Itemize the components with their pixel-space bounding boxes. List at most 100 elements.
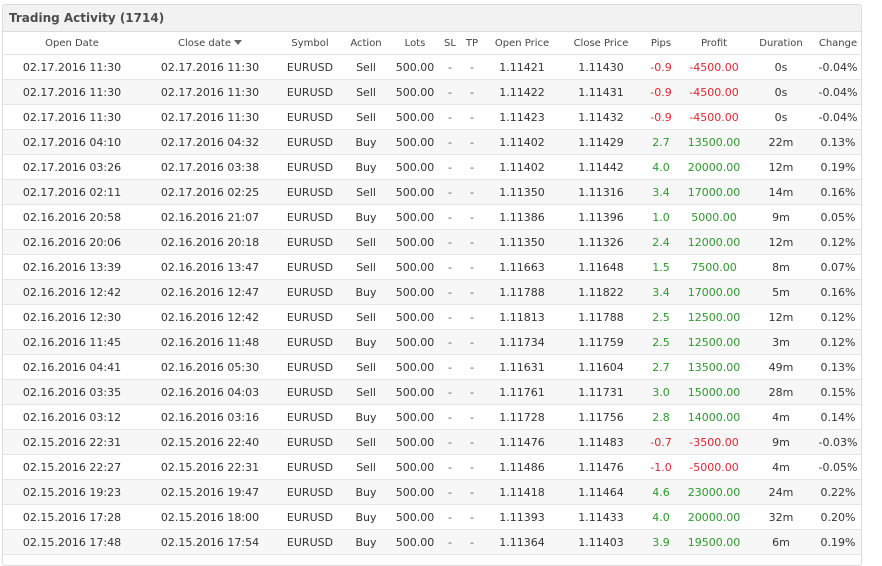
cell-pips: 1.0	[641, 204, 681, 230]
table-header-row: Open Date Close date Symbol Action Lots …	[3, 32, 861, 55]
cell-pips: 3.0	[641, 379, 681, 405]
table-row[interactable]: 02.16.2016 04:41 02.16.2016 05:30 EURUSD Se…	[3, 354, 861, 380]
cell-open-price: 1.11663	[483, 254, 561, 280]
table-row[interactable]: 02.17.2016 04:10 02.17.2016 04:32 EURUSD Bu…	[3, 129, 861, 155]
col-header-label: Profit	[700, 37, 728, 49]
cell-tp: -	[461, 54, 483, 80]
cell-tp: -	[461, 254, 483, 280]
cell-symbol: EURUSD	[279, 404, 341, 430]
cell-tp: -	[461, 104, 483, 130]
table-row[interactable]: 02.16.2016 20:58 02.16.2016 21:07 EURUSD Bu…	[3, 204, 861, 230]
table-row[interactable]: 02.15.2016 22:31 02.15.2016 22:40 EURUSD Se…	[3, 429, 861, 455]
cell-profit: -4500.00	[681, 54, 747, 80]
col-header-close-price[interactable]: Close Price	[561, 32, 641, 55]
cell-close-date: 02.15.2016 22:40	[141, 429, 279, 455]
cell-symbol: EURUSD	[279, 54, 341, 80]
cell-symbol: EURUSD	[279, 304, 341, 330]
col-header-pips[interactable]: Pips	[641, 32, 681, 55]
table-row[interactable]: 02.16.2016 13:39 02.16.2016 13:47 EURUSD Se…	[3, 254, 861, 280]
cell-open-date: 02.17.2016 03:26	[3, 154, 141, 180]
cell-pips: -0.7	[641, 429, 681, 455]
table-row[interactable]: 02.15.2016 22:27 02.15.2016 22:31 EURUSD Se…	[3, 454, 861, 480]
table-row[interactable]: 02.16.2016 03:12 02.16.2016 03:16 EURUSD Bu…	[3, 404, 861, 430]
cell-profit: 20000.00	[681, 504, 747, 530]
col-header-label: Open Price	[494, 37, 550, 49]
cell-open-date: 02.17.2016 11:30	[3, 104, 141, 130]
table-row[interactable]: 02.17.2016 11:30 02.17.2016 11:30 EURUSD Se…	[3, 79, 861, 105]
col-header-change[interactable]: Change	[815, 32, 861, 55]
cell-profit: 15000.00	[681, 379, 747, 405]
cell-action: Sell	[341, 54, 391, 80]
table-row[interactable]: 02.16.2016 12:42 02.16.2016 12:47 EURUSD Bu…	[3, 279, 861, 305]
cell-close-date: 02.17.2016 04:32	[141, 129, 279, 155]
cell-lots: 500.00	[391, 304, 439, 330]
cell-profit: -4500.00	[681, 104, 747, 130]
col-header-lots[interactable]: Lots	[391, 32, 439, 55]
cell-change: -0.05%	[815, 454, 861, 480]
cell-action: Buy	[341, 154, 391, 180]
cell-close-date: 02.17.2016 03:38	[141, 154, 279, 180]
table-row[interactable]: 02.17.2016 03:26 02.17.2016 03:38 EURUSD Bu…	[3, 154, 861, 180]
col-header-action[interactable]: Action	[341, 32, 391, 55]
cell-close-price: 1.11822	[561, 279, 641, 305]
cell-lots: 500.00	[391, 504, 439, 530]
cell-close-price: 1.11431	[561, 79, 641, 105]
cell-close-date: 02.16.2016 03:16	[141, 404, 279, 430]
cell-lots: 500.00	[391, 404, 439, 430]
cell-open-price: 1.11386	[483, 204, 561, 230]
cell-tp: -	[461, 479, 483, 505]
cell-tp: -	[461, 154, 483, 180]
cell-change: 0.05%	[815, 204, 861, 230]
cell-open-date: 02.16.2016 11:45	[3, 329, 141, 355]
col-header-profit[interactable]: Profit	[681, 32, 747, 55]
cell-symbol: EURUSD	[279, 154, 341, 180]
cell-open-date: 02.16.2016 12:42	[3, 279, 141, 305]
cell-duration: 22m	[747, 129, 815, 155]
cell-duration: 0s	[747, 79, 815, 105]
col-header-duration[interactable]: Duration	[747, 32, 815, 55]
col-header-tp[interactable]: TP	[461, 32, 483, 55]
col-header-close-date[interactable]: Close date	[141, 32, 279, 55]
cell-close-date: 02.16.2016 05:30	[141, 354, 279, 380]
table-row[interactable]: 02.15.2016 17:28 02.15.2016 18:00 EURUSD Bu…	[3, 504, 861, 530]
table-row[interactable]: 02.16.2016 20:06 02.16.2016 20:18 EURUSD Se…	[3, 229, 861, 255]
cell-open-date: 02.15.2016 19:23	[3, 479, 141, 505]
cell-close-price: 1.11464	[561, 479, 641, 505]
cell-action: Sell	[341, 304, 391, 330]
cell-tp: -	[461, 454, 483, 480]
table-row[interactable]: 02.16.2016 12:30 02.16.2016 12:42 EURUSD Se…	[3, 304, 861, 330]
cell-profit: 7500.00	[681, 254, 747, 280]
table-row[interactable]: 02.17.2016 11:30 02.17.2016 11:30 EURUSD Se…	[3, 104, 861, 130]
col-header-open-price[interactable]: Open Price	[483, 32, 561, 55]
cell-lots: 500.00	[391, 54, 439, 80]
cell-tp: -	[461, 379, 483, 405]
cell-close-price: 1.11432	[561, 104, 641, 130]
cell-duration: 4m	[747, 454, 815, 480]
cell-open-date: 02.16.2016 03:35	[3, 379, 141, 405]
col-header-open-date[interactable]: Open Date	[3, 32, 141, 55]
cell-pips: -0.9	[641, 54, 681, 80]
cell-lots: 500.00	[391, 229, 439, 255]
table-row[interactable]: 02.16.2016 03:35 02.16.2016 04:03 EURUSD Se…	[3, 379, 861, 405]
table-row[interactable]: 02.17.2016 02:11 02.17.2016 02:25 EURUSD Se…	[3, 179, 861, 205]
col-header-label: Duration	[759, 37, 803, 49]
table-row[interactable]: 02.17.2016 11:30 02.17.2016 11:30 EURUSD Se…	[3, 54, 861, 80]
col-header-label: Close date	[178, 37, 231, 49]
col-header-symbol[interactable]: Symbol	[279, 32, 341, 55]
cell-lots: 500.00	[391, 254, 439, 280]
table-row[interactable]: 02.16.2016 11:45 02.16.2016 11:48 EURUSD Bu…	[3, 329, 861, 355]
cell-sl: -	[439, 329, 461, 355]
cell-profit: 5000.00	[681, 204, 747, 230]
cell-tp: -	[461, 404, 483, 430]
cell-change: 0.07%	[815, 254, 861, 280]
table-row[interactable]: 02.15.2016 17:48 02.15.2016 17:54 EURUSD Bu…	[3, 529, 861, 555]
cell-sl: -	[439, 479, 461, 505]
cell-sl: -	[439, 54, 461, 80]
cell-action: Sell	[341, 254, 391, 280]
cell-sl: -	[439, 179, 461, 205]
col-header-sl[interactable]: SL	[439, 32, 461, 55]
cell-change: 0.13%	[815, 354, 861, 380]
cell-profit: 14000.00	[681, 404, 747, 430]
cell-open-date: 02.17.2016 11:30	[3, 79, 141, 105]
table-row[interactable]: 02.15.2016 19:23 02.15.2016 19:47 EURUSD Bu…	[3, 479, 861, 505]
